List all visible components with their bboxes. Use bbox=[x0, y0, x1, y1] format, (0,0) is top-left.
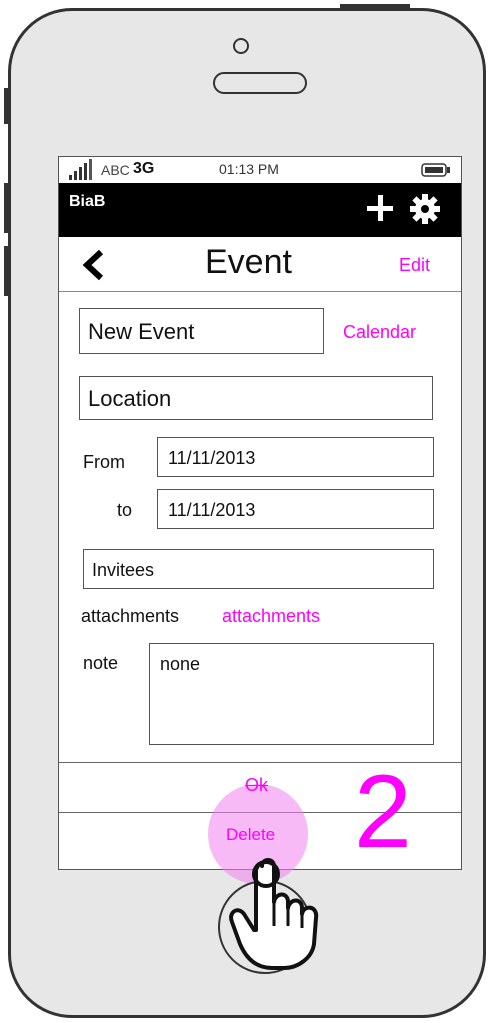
status-time: 01:13 PM bbox=[219, 161, 279, 177]
from-label: From bbox=[83, 452, 125, 472]
attachments-link[interactable]: attachments bbox=[222, 606, 320, 627]
location-field[interactable]: Location bbox=[79, 376, 433, 420]
signal-icon bbox=[69, 159, 92, 180]
gear-icon[interactable] bbox=[409, 193, 441, 225]
back-chevron-icon[interactable] bbox=[81, 249, 107, 281]
front-camera bbox=[233, 38, 249, 54]
pointing-hand-icon bbox=[229, 858, 319, 970]
earpiece-speaker bbox=[213, 72, 307, 94]
attachments-label: attachments bbox=[81, 606, 180, 626]
status-bar: ABC 3G 01:13 PM bbox=[59, 157, 461, 183]
invitees-field[interactable]: Invitees bbox=[83, 549, 434, 589]
battery-icon bbox=[421, 163, 450, 177]
add-icon[interactable] bbox=[365, 193, 395, 223]
note-field[interactable]: none bbox=[149, 643, 434, 745]
edit-button[interactable]: Edit bbox=[399, 255, 430, 276]
power-button bbox=[340, 4, 410, 10]
nav-bar: Event Edit bbox=[59, 237, 461, 292]
invitees-value: Invitees bbox=[92, 560, 155, 580]
step-number: 2 bbox=[354, 754, 412, 870]
page-title: Event bbox=[205, 243, 292, 281]
volume-down-button bbox=[4, 246, 10, 296]
to-label: to bbox=[117, 500, 133, 520]
carrier-label: ABC bbox=[101, 162, 130, 178]
mute-switch bbox=[4, 88, 10, 124]
to-date-field[interactable]: 11/11/2013 bbox=[157, 489, 434, 529]
from-date-field[interactable]: 11/11/2013 bbox=[157, 437, 434, 477]
delete-button[interactable]: Delete bbox=[226, 825, 275, 845]
calendar-link[interactable]: Calendar bbox=[343, 322, 416, 343]
app-header: BiaB bbox=[59, 183, 461, 237]
to-date-value: 11/11/2013 bbox=[168, 500, 256, 520]
from-date-value: 11/11/2013 bbox=[168, 448, 256, 468]
location-value: Location bbox=[88, 386, 172, 411]
note-value: none bbox=[160, 654, 201, 674]
volume-up-button bbox=[4, 183, 10, 233]
ok-button[interactable]: Ok bbox=[245, 775, 268, 796]
event-name-field[interactable]: New Event bbox=[79, 308, 324, 354]
app-title: BiaB bbox=[69, 193, 106, 210]
event-name-value: New Event bbox=[88, 319, 195, 344]
network-label: 3G bbox=[133, 160, 155, 177]
note-label: note bbox=[83, 653, 119, 673]
